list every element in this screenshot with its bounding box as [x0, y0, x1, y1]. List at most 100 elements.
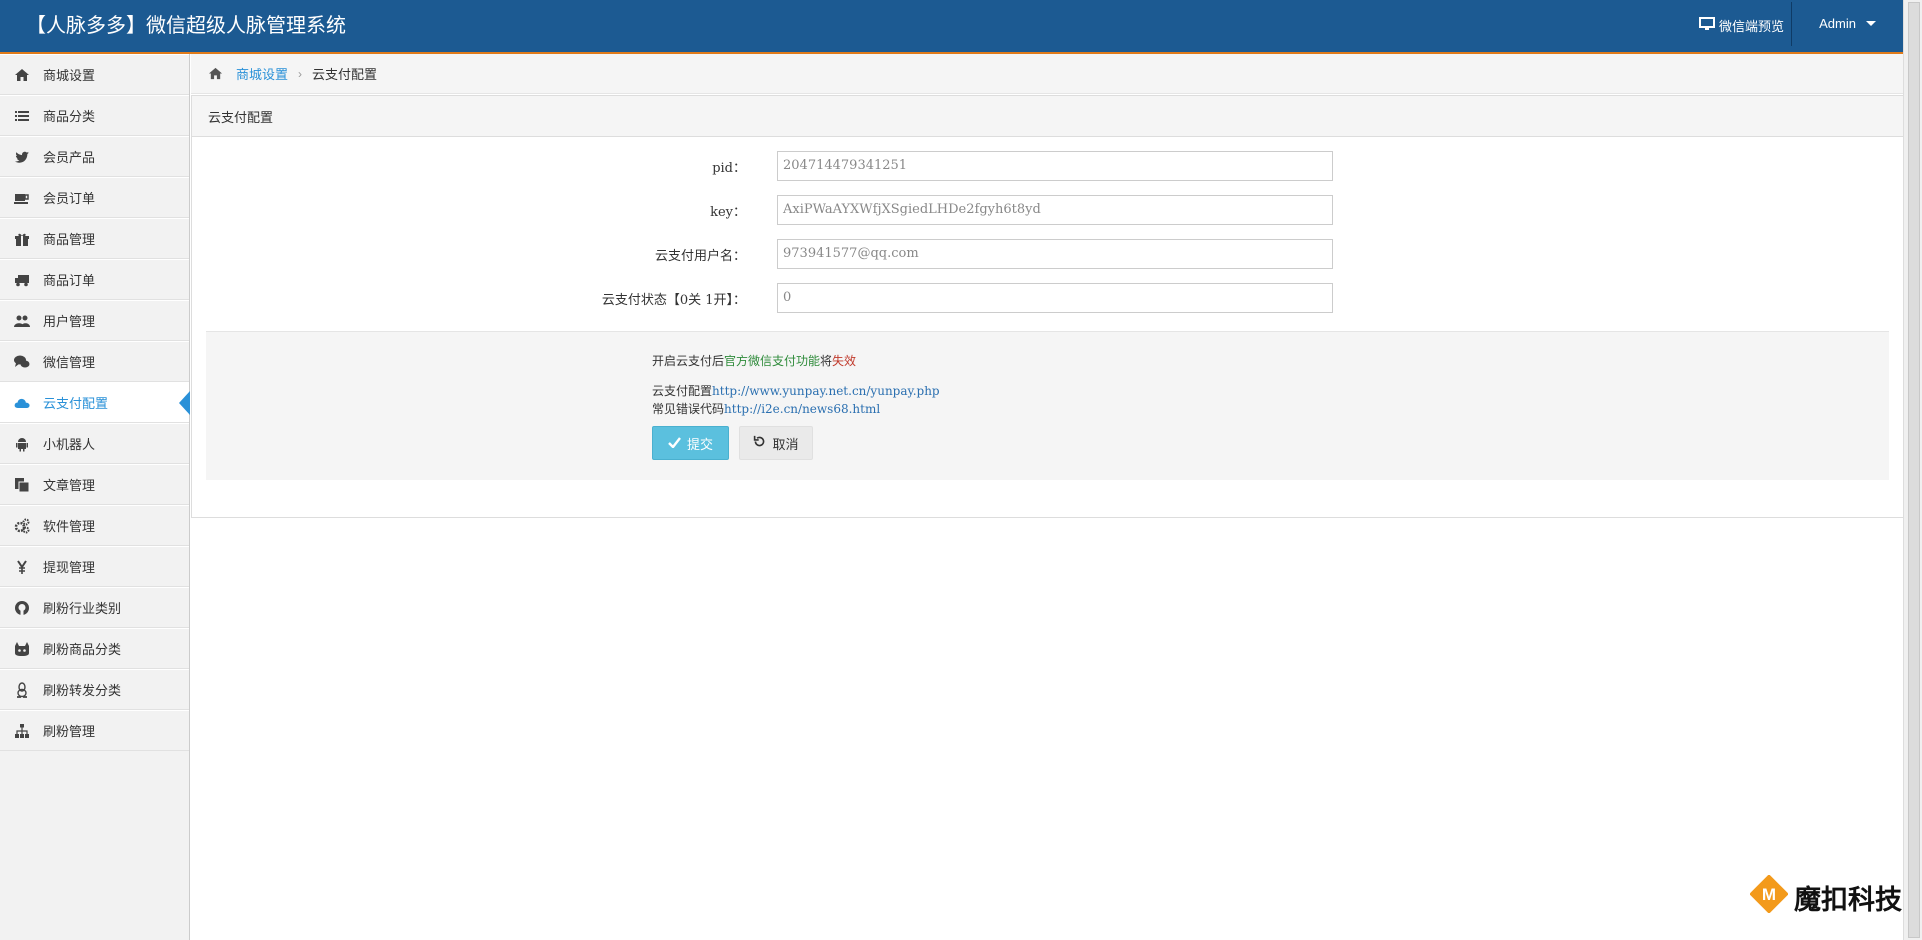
submit-label: 提交: [686, 436, 713, 452]
navbar-divider: [1791, 2, 1792, 46]
sidebar-item-fan-products[interactable]: 刷粉商品分类: [0, 628, 189, 669]
sidebar-item-label: 刷粉管理: [43, 724, 96, 739]
sidebar-item-users[interactable]: 用户管理: [0, 300, 189, 341]
sidebar-item-label: 商品分类: [43, 109, 96, 124]
key-input[interactable]: AxiPWaAYXWfjXSgiedLHDe2fgyh6t8yd: [777, 195, 1333, 225]
username-label: 云支付用户名：: [654, 249, 746, 264]
comments-icon: [13, 354, 31, 370]
top-navbar: 【人脉多多】微信超级人脉管理系统 微信端预览 Admin: [0, 0, 1904, 54]
undo-icon: [753, 435, 766, 451]
status-label: 云支付状态【0关 1开】：: [601, 293, 746, 308]
form-row-pid: pid： 204714479341251: [192, 151, 1903, 181]
pid-label: pid：: [712, 161, 746, 176]
cloud-icon: [13, 395, 31, 411]
error-url-line: 常见错误代码http://i2e.cn/news68.html: [652, 400, 880, 417]
users-icon: [13, 313, 31, 329]
sidebar-item-fan-forward[interactable]: 刷粉转发分类: [0, 669, 189, 710]
logo-icon: M: [1749, 874, 1789, 920]
sidebar-item-label: 会员订单: [43, 191, 96, 206]
scrollbar-thumb[interactable]: [1908, 2, 1920, 938]
home-icon[interactable]: [207, 66, 224, 81]
gitlab-icon: [13, 641, 31, 657]
pid-value: 204714479341251: [783, 158, 908, 173]
sidebar-item-mall-settings[interactable]: 商城设置: [0, 54, 189, 95]
sidebar-item-fan-management[interactable]: 刷粉管理: [0, 710, 189, 751]
sidebar-item-cloud-pay[interactable]: 云支付配置: [0, 382, 190, 423]
gift-icon: [13, 231, 31, 247]
wechat-preview-label: 微信端预览: [1718, 19, 1784, 34]
caret-down-icon: [1866, 21, 1876, 26]
svg-text:M: M: [1762, 885, 1776, 904]
config-url-link[interactable]: http://www.yunpay.net.cn/yunpay.php: [712, 384, 940, 398]
sidebar-item-label: 刷粉行业类别: [43, 601, 122, 616]
github-icon: [13, 600, 31, 616]
home-icon: [13, 67, 31, 83]
status-value: 0: [783, 290, 792, 305]
sidebar-item-withdrawals[interactable]: 提现管理: [0, 546, 189, 587]
notice-prefix: 开启云支付后: [652, 354, 725, 368]
sidebar-item-wechat[interactable]: 微信管理: [0, 341, 189, 382]
breadcrumb-current: 云支付配置: [312, 67, 378, 82]
linux-icon: [13, 681, 31, 698]
sitemap-icon: [13, 723, 31, 739]
sidebar-item-robot[interactable]: 小机器人: [0, 423, 189, 464]
breadcrumb: 商城设置 › 云支付配置: [191, 54, 1904, 94]
sidebar-item-member-products[interactable]: 会员产品: [0, 136, 189, 177]
notice-middle: 将: [820, 354, 833, 368]
sidebar-item-software[interactable]: 软件管理: [0, 505, 189, 546]
sidebar-item-label: 商品管理: [43, 232, 96, 247]
yen-icon: [13, 559, 31, 575]
android-icon: [13, 436, 31, 452]
page-scrollbar[interactable]: [1903, 0, 1922, 940]
status-input[interactable]: 0: [777, 283, 1333, 313]
admin-label: Admin: [1819, 16, 1856, 31]
sidebar-item-label: 提现管理: [43, 560, 96, 575]
watermark-logo: M 魔扣科技: [1749, 874, 1902, 920]
files-icon: [13, 477, 31, 493]
sidebar-item-label: 商城设置: [43, 68, 96, 83]
submit-button[interactable]: 提交: [652, 426, 729, 460]
sidebar-item-label: 云支付配置: [43, 396, 109, 411]
sidebar-item-fan-industry[interactable]: 刷粉行业类别: [0, 587, 189, 628]
cancel-button[interactable]: 取消: [739, 426, 813, 460]
sidebar-item-categories[interactable]: 商品分类: [0, 95, 189, 136]
watermark-text: 魔扣科技: [1794, 885, 1902, 916]
check-icon: [668, 436, 681, 451]
monitor-icon: [1698, 17, 1715, 34]
twitter-icon: [13, 149, 31, 165]
sidebar: 商城设置 商品分类 会员产品 会员订单 商品管理 商品订单 用户管理 微信管理 …: [0, 54, 190, 940]
notice-warn: 失效: [832, 354, 857, 368]
pid-input[interactable]: 204714479341251: [777, 151, 1333, 181]
sidebar-item-product-management[interactable]: 商品管理: [0, 218, 189, 259]
sidebar-item-product-orders[interactable]: 商品订单: [0, 259, 189, 300]
username-value: 973941577@qq.com: [783, 246, 919, 261]
sidebar-item-label: 微信管理: [43, 355, 96, 370]
form-row-username: 云支付用户名： 973941577@qq.com: [192, 239, 1903, 269]
sidebar-item-label: 软件管理: [43, 519, 96, 534]
sidebar-item-label: 刷粉转发分类: [43, 683, 122, 698]
key-value: AxiPWaAYXWfjXSgiedLHDe2fgyh6t8yd: [783, 202, 1041, 217]
cogs-icon: [13, 518, 31, 534]
error-url-label: 常见错误代码: [652, 402, 725, 416]
app-title: 【人脉多多】微信超级人脉管理系统: [26, 13, 346, 37]
config-url-line: 云支付配置http://www.yunpay.net.cn/yunpay.php: [652, 382, 940, 399]
error-url-link[interactable]: http://i2e.cn/news68.html: [724, 402, 880, 416]
sidebar-item-articles[interactable]: 文章管理: [0, 464, 189, 505]
sidebar-item-member-orders[interactable]: 会员订单: [0, 177, 189, 218]
form-row-status: 云支付状态【0关 1开】： 0: [192, 283, 1903, 313]
username-input[interactable]: 973941577@qq.com: [777, 239, 1333, 269]
cancel-label: 取消: [772, 436, 799, 452]
sidebar-item-label: 用户管理: [43, 314, 96, 329]
form-row-key: key： AxiPWaAYXWfjXSgiedLHDe2fgyh6t8yd: [192, 195, 1903, 225]
config-url-label: 云支付配置: [652, 384, 713, 398]
notice-text: 开启云支付后官方微信支付功能将失效: [652, 352, 856, 369]
panel-title: 云支付配置: [192, 96, 1903, 137]
breadcrumb-link-mall-settings[interactable]: 商城设置: [236, 64, 288, 83]
sidebar-item-label: 商品订单: [43, 273, 96, 288]
list-icon: [13, 108, 31, 124]
wechat-preview-link[interactable]: 微信端预览: [1698, 16, 1784, 35]
key-label: key：: [710, 205, 746, 220]
admin-menu[interactable]: Admin: [1819, 16, 1876, 31]
notice-highlight: 官方微信支付功能: [724, 354, 821, 368]
chevron-right-icon: ›: [298, 66, 303, 81]
